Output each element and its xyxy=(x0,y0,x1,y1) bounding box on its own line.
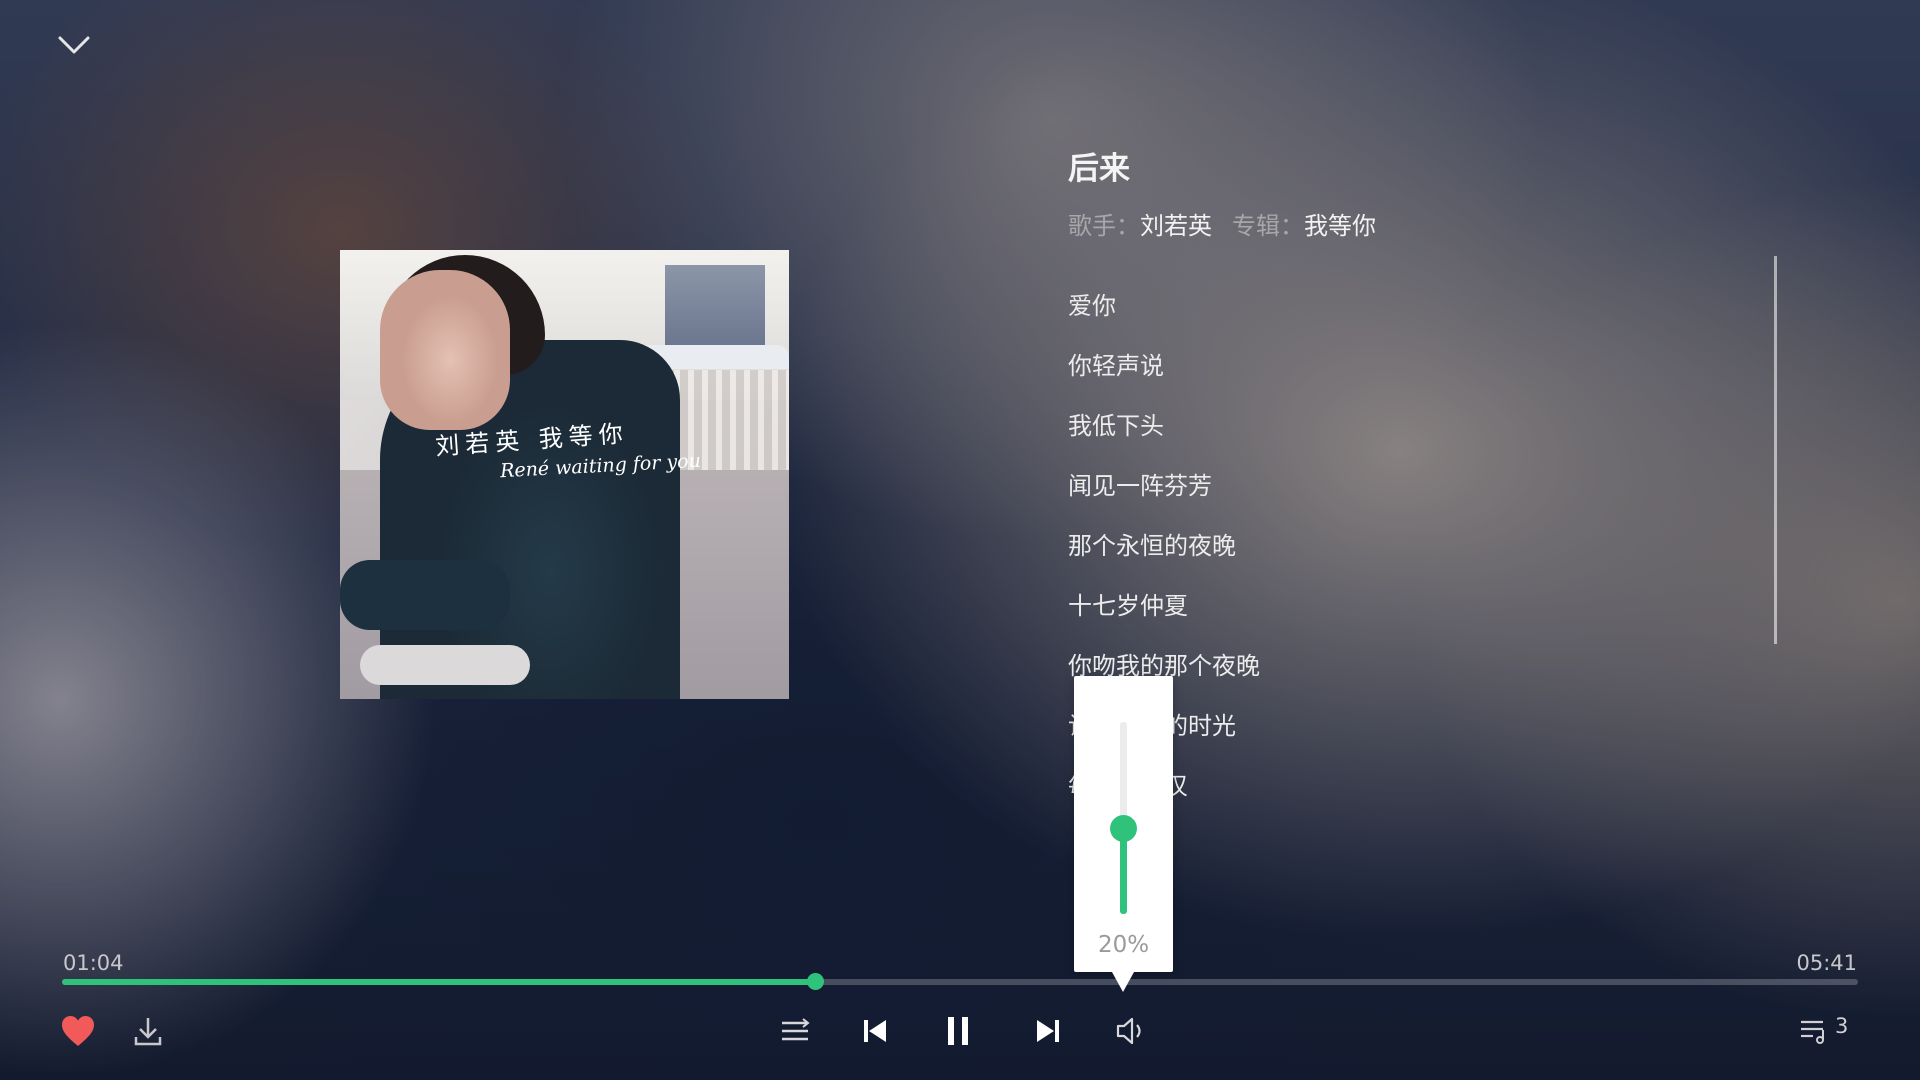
volume-button[interactable] xyxy=(1109,1009,1153,1053)
playlist-icon xyxy=(1801,1020,1824,1044)
cover-sleeve xyxy=(360,645,530,685)
song-meta: 歌手：刘若英 专辑：我等你 xyxy=(1068,206,1376,241)
lyric-line: 你轻声说 xyxy=(1068,352,1164,380)
lyric-line: 十七岁仲夏 xyxy=(1068,592,1188,620)
cover-face xyxy=(380,270,510,430)
lyric-line: 闻见一阵芬芳 xyxy=(1068,472,1212,500)
album-cover: 刘若英 我等你 René waiting for you xyxy=(340,250,789,699)
volume-percent: 20% xyxy=(1097,932,1150,958)
skip-previous-icon xyxy=(864,1020,886,1042)
pause-icon xyxy=(948,1017,968,1045)
previous-button[interactable] xyxy=(853,1009,897,1053)
pause-button[interactable] xyxy=(936,1009,980,1053)
progress-bar[interactable] xyxy=(62,973,1858,990)
total-time: 05:41 xyxy=(1796,951,1857,975)
lyric-line: 我低下头 xyxy=(1068,412,1164,440)
download-button[interactable] xyxy=(126,1009,170,1053)
collapse-button[interactable] xyxy=(56,28,92,64)
next-button[interactable] xyxy=(1026,1009,1070,1053)
volume-slider-handle[interactable] xyxy=(1110,814,1137,842)
artist-label: 歌手： xyxy=(1068,212,1140,240)
progress-handle[interactable] xyxy=(806,973,824,990)
play-mode-icon xyxy=(782,1018,810,1041)
volume-icon xyxy=(1116,1017,1141,1045)
album-label: 专辑： xyxy=(1232,212,1304,240)
play-mode-button[interactable] xyxy=(773,1009,817,1053)
lyric-line: 那个永恒的夜晚 xyxy=(1068,532,1236,560)
lyrics-scrollbar[interactable] xyxy=(1774,256,1777,644)
download-icon xyxy=(134,1018,162,1046)
skip-next-icon xyxy=(1037,1020,1059,1042)
volume-popup: 20% xyxy=(1074,676,1173,992)
heart-icon xyxy=(62,1016,94,1046)
lyric-line: 爱你 xyxy=(1068,292,1116,320)
album-name[interactable]: 我等你 xyxy=(1304,212,1376,240)
song-title: 后来 xyxy=(1068,151,1130,187)
current-time: 01:04 xyxy=(63,951,124,975)
artist-name[interactable]: 刘若英 xyxy=(1140,212,1212,240)
progress-fill xyxy=(62,979,815,985)
playlist-button[interactable] xyxy=(1792,1009,1836,1053)
cover-building xyxy=(665,265,765,345)
chevron-down-icon xyxy=(58,36,90,54)
cover-arm xyxy=(340,560,510,630)
like-button[interactable] xyxy=(56,1009,100,1053)
volume-slider-track[interactable] xyxy=(1110,722,1137,914)
playlist-count: 3 xyxy=(1835,1014,1849,1038)
